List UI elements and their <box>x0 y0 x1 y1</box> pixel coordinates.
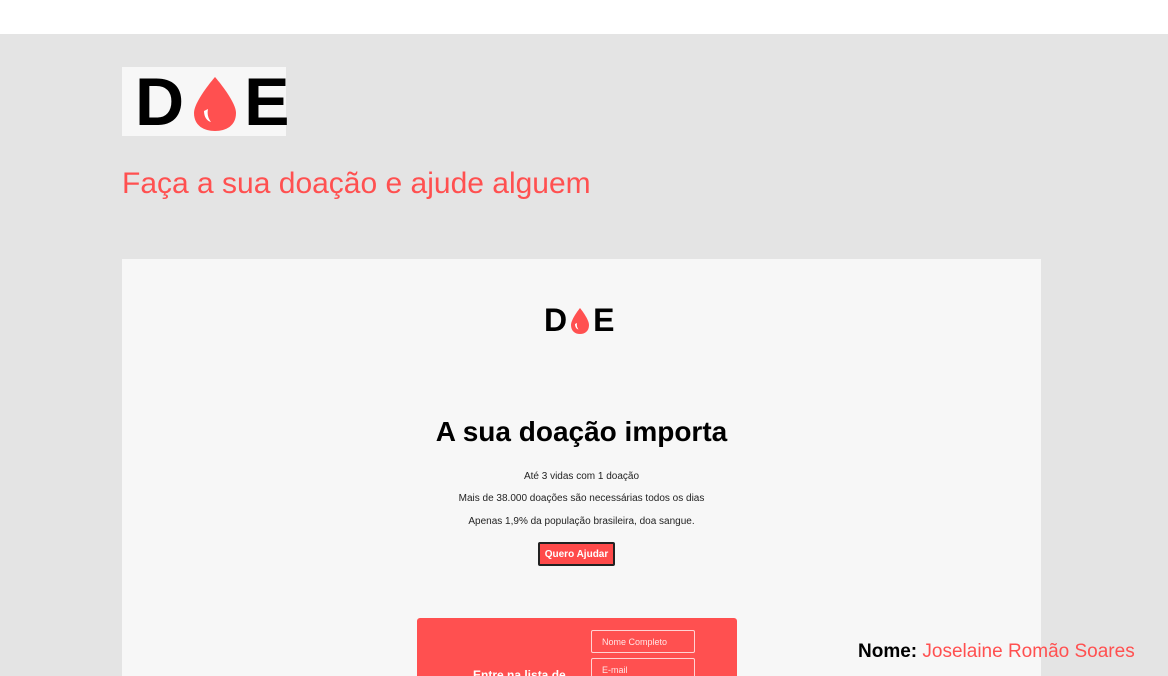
blood-drop-small-icon <box>571 308 590 334</box>
author-credit: Nome: Joselaine Romão Soares <box>858 641 1135 663</box>
author-name: Joselaine Romão Soares <box>922 641 1135 662</box>
doe-logo: D E <box>122 67 289 136</box>
logo-letter-e: E <box>244 63 292 140</box>
donor-form-card: Entre na lista de <box>417 618 737 676</box>
doe-logo-wordmark: D E <box>135 67 291 136</box>
slide-headline: Faça a sua doação e ajude alguem <box>122 167 591 200</box>
quero-ajudar-button[interactable]: Quero Ajudar <box>538 542 615 566</box>
preview-logo: D E <box>544 304 614 336</box>
logo-letter-d: D <box>135 63 187 140</box>
top-white-strip <box>0 0 1168 34</box>
form-cta-text: Entre na lista de <box>473 668 566 676</box>
author-label: Nome: <box>858 641 918 662</box>
preview-logo-letter-d: D <box>544 302 568 338</box>
hero-line-3: Apenas 1,9% da população brasileira, doa… <box>468 516 695 527</box>
blood-drop-icon <box>194 76 237 131</box>
website-preview: D E A sua doação importa Até 3 vidas com… <box>122 259 1041 676</box>
hero-line-2: Mais de 38.000 doações são necessárias t… <box>458 493 705 504</box>
hero-title: A sua doação importa <box>435 416 728 447</box>
slide: D E Faça a sua doação e ajude alguem D E… <box>0 34 1168 676</box>
preview-logo-letter-e: E <box>593 302 615 338</box>
name-field[interactable] <box>591 630 695 653</box>
email-field[interactable] <box>591 658 695 676</box>
hero-line-1: Até 3 vidas com 1 doação <box>523 471 640 482</box>
